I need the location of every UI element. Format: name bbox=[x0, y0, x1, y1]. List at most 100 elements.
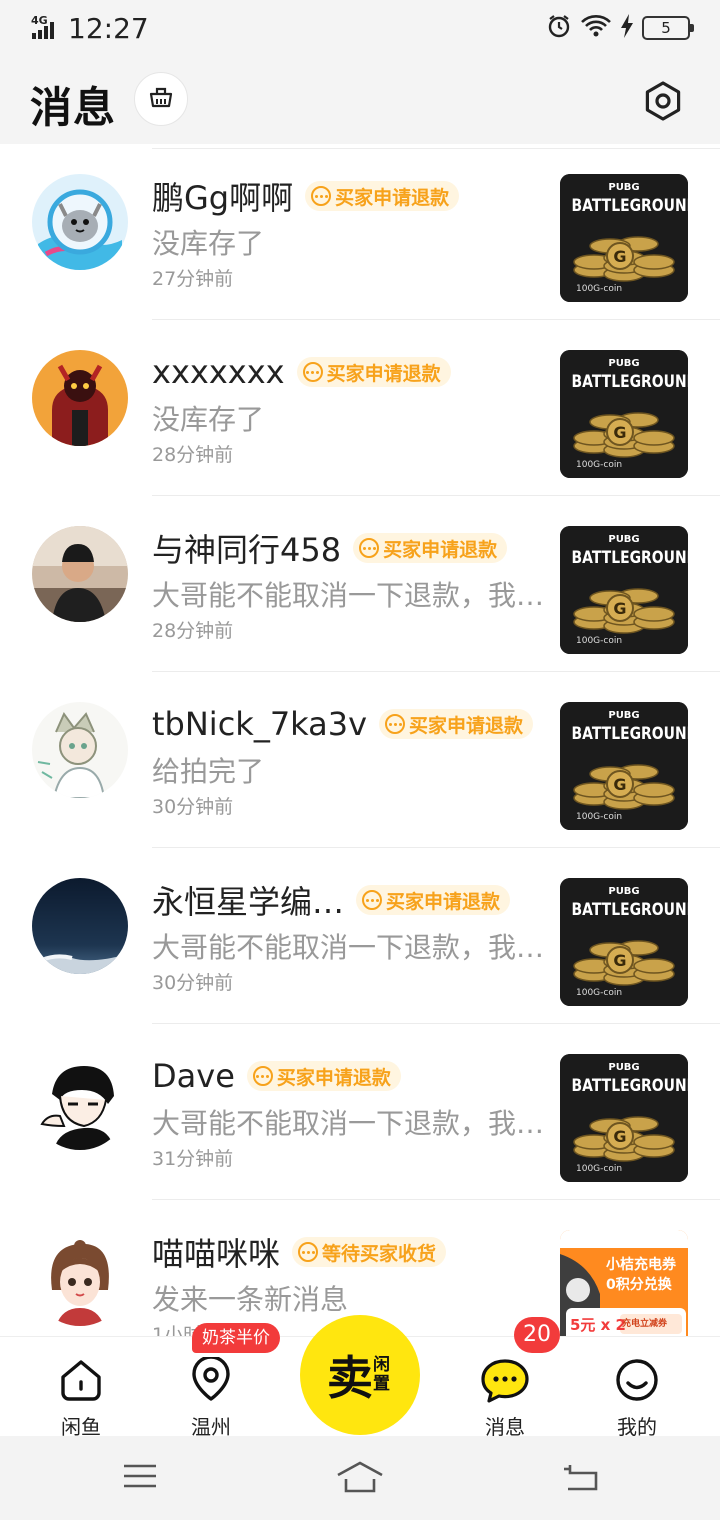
settings-icon bbox=[642, 80, 684, 126]
status-bar: 4G 12:27 5 bbox=[0, 0, 720, 58]
status-badge: 等待买家收货 bbox=[292, 1237, 447, 1267]
username: Dave bbox=[152, 1057, 235, 1095]
message-preview: 没库存了 bbox=[152, 227, 265, 260]
menu-icon bbox=[122, 1462, 158, 1494]
settings-button[interactable] bbox=[640, 80, 686, 126]
smiley-profile-icon bbox=[614, 1357, 660, 1407]
avatar[interactable] bbox=[32, 1054, 128, 1150]
product-caption: 100G-coin bbox=[576, 1164, 623, 1174]
svg-text:4G: 4G bbox=[31, 14, 48, 27]
product-title: BATTLEGROUNDS bbox=[571, 548, 688, 568]
product-title: BATTLEGROUNDS bbox=[571, 900, 688, 920]
sell-button[interactable]: 卖 闲置 bbox=[300, 1315, 420, 1435]
avatar[interactable] bbox=[32, 878, 128, 974]
message-row[interactable]: tbNick_7ka3v 买家申请退款 给拍完了 30分钟前 G PUBG BA… bbox=[0, 672, 720, 848]
message-row[interactable]: 永恒星学编… 买家申请退款 大哥能不能取消一下退款，我… 30分钟前 G PUB… bbox=[0, 848, 720, 1024]
sell-sub-label: 闲置 bbox=[373, 1355, 390, 1394]
product-caption: 100G-coin bbox=[576, 636, 623, 646]
promo-thumbnail[interactable]: 小桔充电券 0积分兑换 5元 x 2 充电立减券 bbox=[560, 1230, 688, 1336]
back-button[interactable] bbox=[556, 1456, 604, 1500]
username: tbNick_7ka3v bbox=[152, 705, 368, 743]
message-preview: 大哥能不能取消一下退款，我… bbox=[152, 931, 544, 964]
menu-button[interactable] bbox=[116, 1456, 164, 1500]
system-navigation-bar bbox=[0, 1436, 720, 1520]
message-time: 27分钟前 bbox=[152, 268, 234, 290]
tab-city[interactable]: 温州 bbox=[161, 1355, 261, 1440]
product-thumbnail[interactable]: G PUBG BATTLEGROUNDS 100G-coin bbox=[560, 350, 688, 478]
avatar[interactable] bbox=[32, 174, 128, 270]
product-caption: 100G-coin bbox=[576, 460, 623, 470]
home-nav-button[interactable] bbox=[336, 1456, 384, 1500]
product-brand: PUBG bbox=[608, 710, 640, 721]
promo-label: 充电立减券 bbox=[622, 1319, 668, 1329]
product-thumbnail[interactable]: G PUBG BATTLEGROUNDS 100G-coin bbox=[560, 174, 688, 302]
status-badge: 买家申请退款 bbox=[353, 533, 508, 563]
product-thumbnail[interactable]: G PUBG BATTLEGROUNDS 100G-coin bbox=[560, 878, 688, 1006]
back-icon bbox=[562, 1461, 598, 1495]
promo-line1: 小桔充电券 bbox=[606, 1257, 676, 1273]
more-dots-icon bbox=[359, 538, 380, 558]
product-brand: PUBG bbox=[608, 534, 640, 545]
product-title: BATTLEGROUNDS bbox=[571, 1076, 688, 1096]
more-dots-icon bbox=[385, 714, 406, 734]
battery-icon: 5 bbox=[642, 16, 694, 40]
page-title: 消息 bbox=[30, 83, 117, 132]
svg-text:G: G bbox=[613, 423, 626, 442]
product-thumbnail[interactable]: G PUBG BATTLEGROUNDS 100G-coin bbox=[560, 526, 688, 654]
tab-messages[interactable]: 消息 bbox=[455, 1357, 555, 1440]
message-time: 30分钟前 bbox=[152, 796, 234, 818]
chat-bubble-icon bbox=[480, 1357, 530, 1407]
sell-label: 卖 bbox=[327, 1351, 373, 1405]
status-badge: 买家申请退款 bbox=[296, 357, 451, 387]
product-thumbnail[interactable]: G PUBG BATTLEGROUNDS 100G-coin bbox=[560, 1054, 688, 1182]
avatar[interactable] bbox=[32, 350, 128, 446]
more-dots-icon bbox=[252, 1066, 273, 1086]
username: 喵喵咪咪 bbox=[152, 1235, 281, 1273]
message-row[interactable]: Dave 买家申请退款 大哥能不能取消一下退款，我… 31分钟前 G PUBG … bbox=[0, 1024, 720, 1200]
home-nav-icon bbox=[336, 1459, 384, 1497]
alarm-icon bbox=[546, 13, 572, 43]
tab-me[interactable]: 我的 bbox=[587, 1357, 687, 1440]
broom-icon bbox=[147, 84, 175, 114]
svg-text:G: G bbox=[613, 247, 626, 266]
status-badge: 买家申请退款 bbox=[379, 709, 534, 739]
tab-home[interactable]: 闲鱼 bbox=[31, 1357, 131, 1440]
svg-text:G: G bbox=[613, 951, 626, 970]
status-badge: 买家申请退款 bbox=[356, 885, 511, 915]
wifi-icon bbox=[580, 13, 612, 43]
product-title: BATTLEGROUNDS bbox=[571, 372, 688, 392]
svg-text:G: G bbox=[613, 599, 626, 618]
avatar[interactable] bbox=[32, 702, 128, 798]
message-preview: 给拍完了 bbox=[152, 755, 265, 788]
bottom-tab-bar: 闲鱼 温州 奶茶半价 卖 闲置 消息 20 我的 bbox=[0, 1315, 720, 1439]
more-dots-icon bbox=[362, 890, 383, 910]
product-thumbnail[interactable]: G PUBG BATTLEGROUNDS 100G-coin bbox=[560, 702, 688, 830]
promo-tag: 奶茶半价 bbox=[192, 1323, 280, 1353]
message-row[interactable]: xxxxxxx 买家申请退款 没库存了 28分钟前 G PUBG BATTLEG… bbox=[0, 320, 720, 496]
message-row[interactable]: 与神同行458 买家申请退款 大哥能不能取消一下退款，我… 28分钟前 G PU… bbox=[0, 496, 720, 672]
more-dots-icon bbox=[311, 186, 332, 206]
clean-button[interactable] bbox=[134, 72, 188, 126]
message-row[interactable]: 鹏Gg啊啊 买家申请退款 没库存了 27分钟前 G PUBG BATTLEGRO… bbox=[0, 144, 720, 320]
status-badge: 买家申请退款 bbox=[305, 181, 460, 211]
message-preview: 大哥能不能取消一下退款，我… bbox=[152, 579, 544, 612]
avatar[interactable] bbox=[32, 526, 128, 622]
username: xxxxxxx bbox=[152, 353, 285, 391]
promo-line2: 0积分兑换 bbox=[606, 1277, 672, 1293]
signal-icon: 4G bbox=[30, 14, 64, 40]
status-badge: 买家申请退款 bbox=[246, 1061, 401, 1091]
avatar[interactable] bbox=[32, 1230, 128, 1326]
product-caption: 100G-coin bbox=[576, 812, 623, 822]
message-time: 28分钟前 bbox=[152, 620, 234, 642]
product-brand: PUBG bbox=[608, 182, 640, 193]
product-caption: 100G-coin bbox=[576, 284, 623, 294]
username: 永恒星学编… bbox=[152, 883, 345, 921]
username: 鹏Gg啊啊 bbox=[152, 179, 294, 217]
product-title: BATTLEGROUNDS bbox=[571, 196, 688, 216]
product-brand: PUBG bbox=[608, 1062, 640, 1073]
svg-text:G: G bbox=[613, 775, 626, 794]
more-dots-icon bbox=[302, 362, 323, 382]
message-time: 31分钟前 bbox=[152, 1148, 234, 1170]
message-list[interactable]: 鹏Gg啊啊 买家申请退款 没库存了 27分钟前 G PUBG BATTLEGRO… bbox=[0, 144, 720, 1336]
more-dots-icon bbox=[298, 1242, 319, 1262]
